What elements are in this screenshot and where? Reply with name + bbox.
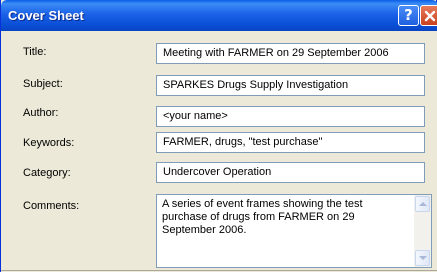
subject-field[interactable]: SPARKES Drugs Supply Investigation	[156, 75, 425, 96]
cover-sheet-dialog: Cover Sheet ? Title: Meeting with FARMER…	[0, 0, 437, 272]
close-button[interactable]	[420, 5, 437, 26]
author-field[interactable]: <your name>	[156, 106, 425, 127]
category-field[interactable]: Undercover Operation	[156, 162, 425, 183]
author-label: Author:	[23, 107, 59, 119]
dialog-body: Title: Meeting with FARMER on 29 Septemb…	[1, 31, 437, 272]
scroll-up-icon	[418, 202, 427, 206]
comments-text: A series of event frames showing the tes…	[162, 198, 363, 236]
title-label: Title:	[23, 46, 47, 58]
title-field[interactable]: Meeting with FARMER on 29 September 2006	[156, 43, 425, 64]
scroll-up-button[interactable]	[415, 196, 430, 212]
close-icon	[424, 10, 435, 21]
help-icon: ?	[404, 6, 413, 24]
comments-scrollbar[interactable]	[414, 195, 431, 267]
category-label: Category:	[23, 167, 71, 179]
keywords-label: Keywords:	[23, 137, 75, 149]
window-title: Cover Sheet	[8, 8, 84, 23]
scroll-down-icon	[418, 256, 427, 260]
help-button[interactable]: ?	[398, 5, 419, 26]
keywords-field[interactable]: FARMER, drugs, "test purchase"	[156, 132, 425, 153]
title-bar[interactable]: Cover Sheet ?	[1, 0, 437, 31]
subject-label: Subject:	[23, 78, 63, 90]
comments-label: Comments:	[23, 200, 80, 212]
comments-textarea[interactable]: A series of event frames showing the tes…	[156, 194, 432, 268]
scroll-down-button[interactable]	[415, 250, 430, 266]
